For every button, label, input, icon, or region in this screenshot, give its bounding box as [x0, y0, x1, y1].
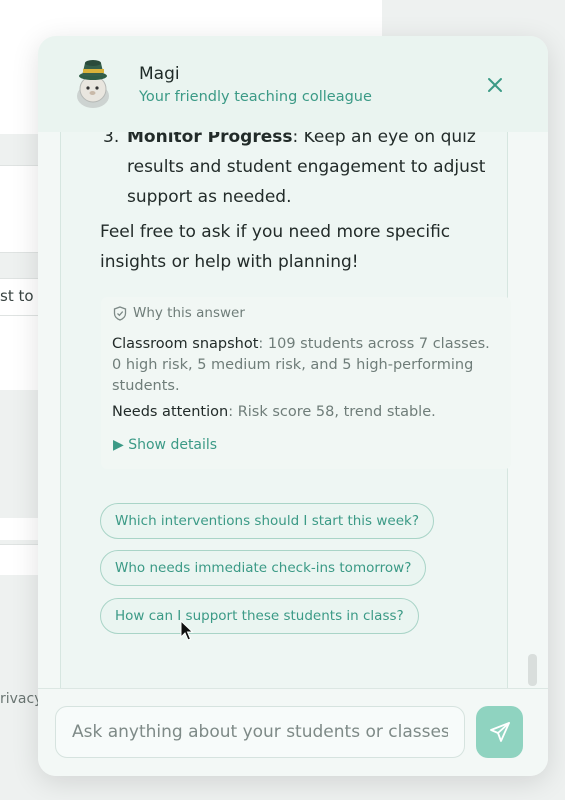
message-list[interactable]: 3. Monitor Progress: Keep an eye on quiz…: [38, 132, 548, 688]
message-input[interactable]: [55, 706, 465, 758]
background-field: [0, 166, 40, 252]
close-button[interactable]: [480, 70, 510, 100]
shield-check-icon: [113, 305, 127, 321]
chat-header: Magi Your friendly teaching colleague: [38, 36, 548, 132]
close-icon: [488, 78, 502, 92]
composer: [38, 688, 548, 776]
closing-paragraph: Feel free to ask if you need more specif…: [100, 222, 451, 272]
background-field: [0, 518, 40, 540]
classroom-snapshot: Classroom snapshot: 109 students across …: [112, 334, 492, 397]
assistant-message: 3. Monitor Progress: Keep an eye on quiz…: [60, 132, 511, 688]
attention-text: : Risk score 58, trend stable.: [228, 404, 436, 420]
needs-attention: Needs attention: Risk score 58, trend st…: [112, 402, 492, 423]
why-this-answer-panel: Why this answer Classroom snapshot: 109 …: [101, 297, 511, 469]
suggestion-chip[interactable]: Who needs immediate check-ins tomorrow?: [100, 550, 427, 586]
scrollbar-thumb[interactable]: [528, 654, 537, 686]
list-item: 3. Monitor Progress: Keep an eye on quiz…: [103, 132, 503, 212]
mouse-cursor-icon: [180, 620, 194, 641]
suggestion-chip[interactable]: Which interventions should I start this …: [100, 503, 435, 539]
background-field: [0, 316, 40, 390]
chat-title: Magi: [139, 64, 180, 84]
why-header: Why this answer: [113, 305, 245, 321]
chat-widget: Magi Your friendly teaching colleague 3.…: [38, 36, 548, 776]
list-item-heading: Monitor Progress: [127, 132, 293, 147]
background-text: rivacy: [0, 691, 43, 707]
send-icon: [489, 722, 510, 742]
list-item-body: Monitor Progress: Keep an eye on quiz re…: [127, 132, 507, 212]
background-field: [0, 544, 40, 575]
list-number: 3.: [103, 132, 120, 147]
chat-subtitle: Your friendly teaching colleague: [139, 89, 372, 105]
attention-key: Needs attention: [112, 404, 229, 420]
background-divider: [0, 252, 40, 253]
show-details-toggle[interactable]: ▶ Show details: [113, 437, 217, 453]
why-label: Why this answer: [133, 305, 245, 321]
suggestion-chip[interactable]: How can I support these students in clas…: [100, 598, 419, 634]
wizard-avatar-icon: [73, 56, 113, 108]
snapshot-key: Classroom snapshot: [112, 336, 259, 352]
send-button[interactable]: [476, 706, 523, 758]
